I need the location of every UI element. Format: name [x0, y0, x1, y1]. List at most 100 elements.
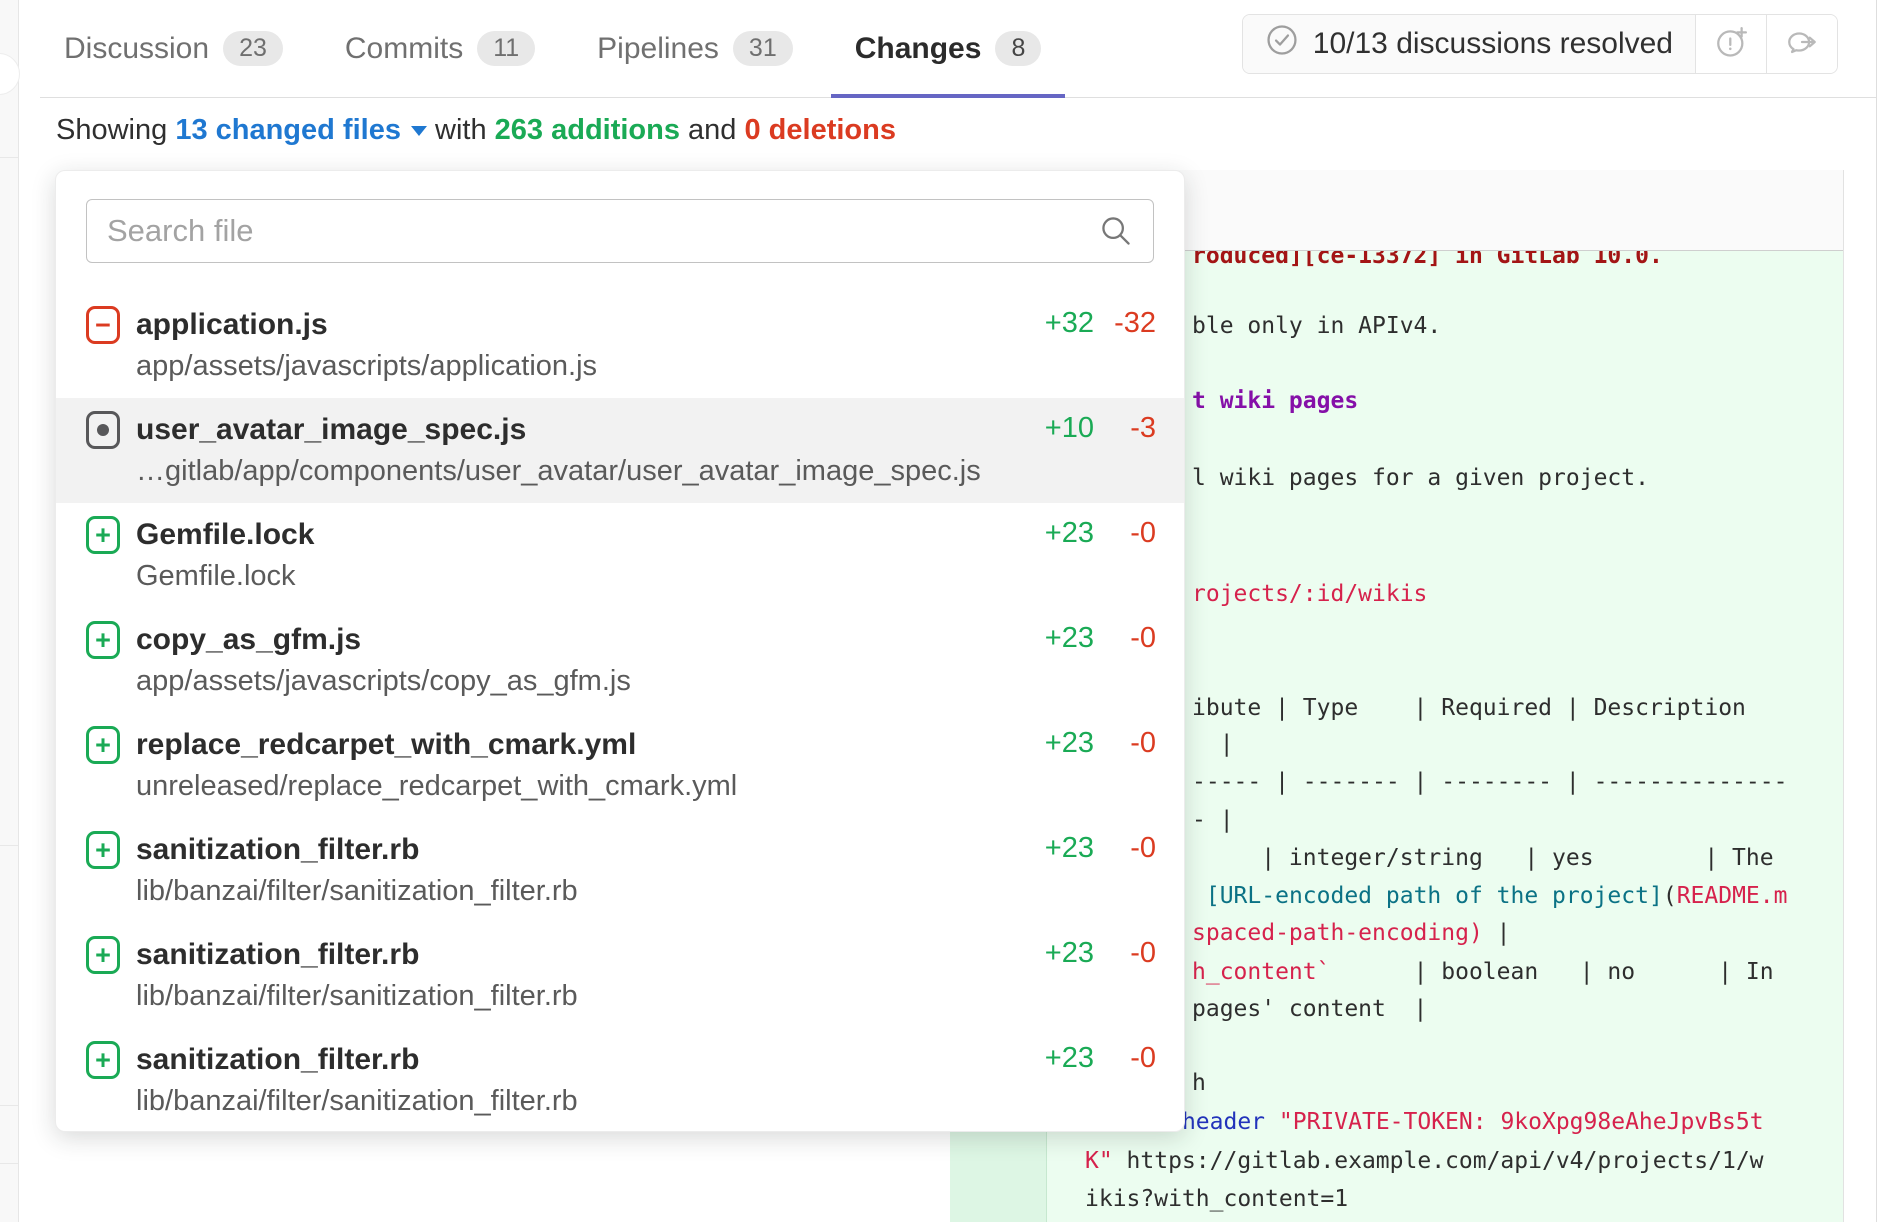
file-path: app/assets/javascripts/application.js [136, 346, 1184, 386]
divider [0, 157, 18, 158]
summary-prefix: Showing [56, 114, 175, 146]
file-additions: +10 [1004, 412, 1094, 445]
file-deletions: -0 [1096, 937, 1156, 970]
file-path: …gitlab/app/components/user_avatar/user_… [136, 451, 1184, 491]
file-row[interactable]: + Gemfile.lockGemfile.lock +23-0 [56, 503, 1184, 608]
file-row[interactable]: + sanitization_filter.rblib/banzai/filter… [56, 1028, 1184, 1133]
file-additions: +23 [1004, 622, 1094, 655]
diff-code-line: [URL-encoded path of the project](README… [1192, 877, 1787, 915]
file-added-icon: + [86, 516, 120, 554]
file-additions: +23 [1004, 937, 1094, 970]
file-name: sanitization_filter.rb [136, 935, 419, 975]
tab-count-badge: 8 [995, 31, 1041, 66]
search-file-input[interactable] [86, 199, 1154, 263]
resolve-in-new-issue-icon [1714, 25, 1748, 64]
tab-discussion[interactable]: Discussion 23 [40, 1, 307, 97]
file-row[interactable]: +sanitization_filter.rblib/banzai/filter… [56, 818, 1184, 923]
diff-code-line: ikis?with_content=1 [1085, 1180, 1348, 1218]
diff-code-line: ibute | Type | Required | Description [1192, 689, 1746, 727]
diff-code-line: roduced][ce-13372] in GitLab 10.0. [1192, 250, 1663, 275]
file-search-dropdown: −application.jsapp/assets/javascripts/ap… [55, 170, 1185, 1132]
discussions-resolved-group: 10/13 discussions resolved [1242, 14, 1838, 74]
diff-code-line: rojects/:id/wikis [1192, 575, 1427, 613]
tab-commits[interactable]: Commits 11 [321, 1, 559, 97]
search-icon [1100, 215, 1132, 252]
file-name: Gemfile.lock [136, 515, 314, 555]
file-deletions: -0 [1096, 517, 1156, 550]
file-name: copy_as_gfm.js [136, 620, 361, 660]
jump-to-next-discussion-button[interactable] [1766, 15, 1837, 73]
file-additions: +23 [1004, 832, 1094, 865]
changed-files-count: 13 changed files [175, 114, 401, 146]
diff-code-line: h [1192, 1064, 1206, 1102]
file-path: lib/banzai/filter/sanitization_filter.rb [136, 1081, 1184, 1121]
diff-code-line: h_content` | boolean | no | In [1192, 953, 1774, 991]
file-row[interactable]: + replace_redcarpet_with_cmark.ymlunrelea… [56, 713, 1184, 818]
page-right-border [1876, 0, 1877, 1222]
diff-code-line: | [1192, 725, 1234, 763]
diff-code-line: ----- | ------- | -------- | -----------… [1192, 763, 1787, 801]
file-additions: +23 [1004, 1042, 1094, 1075]
tab-count-badge: 11 [477, 31, 535, 66]
tab-label: Changes [855, 32, 982, 66]
file-deletions: -0 [1096, 1042, 1156, 1075]
tab-label: Discussion [64, 32, 209, 66]
file-deletions: -32 [1096, 307, 1156, 340]
file-name: user_avatar_image_spec.js [136, 410, 526, 450]
file-added-icon: + [86, 831, 120, 869]
avatar [0, 53, 20, 95]
diff-code-line: spaced-path-encoding) | [1192, 914, 1511, 952]
summary-conjunction: and [680, 114, 745, 146]
diff-code-line: - | [1192, 801, 1234, 839]
file-added-icon: + [86, 621, 120, 659]
file-added-icon: + [86, 726, 120, 764]
discussions-resolved-status: 10/13 discussions resolved [1243, 15, 1695, 73]
deletions-count: 0 deletions [744, 114, 896, 146]
file-path: Gemfile.lock [136, 556, 1184, 596]
file-name: sanitization_filter.rb [136, 1040, 419, 1080]
tab-count-badge: 23 [223, 31, 283, 66]
file-added-icon: + [86, 1041, 120, 1079]
discussions-resolved-label: 10/13 discussions resolved [1313, 27, 1673, 61]
tab-label: Pipelines [597, 32, 719, 66]
file-row[interactable]: −application.jsapp/assets/javascripts/ap… [56, 293, 1184, 398]
changed-file-list: −application.jsapp/assets/javascripts/ap… [56, 293, 1184, 1133]
summary-middle: with [427, 114, 495, 146]
resolve-in-new-issue-button[interactable] [1695, 15, 1766, 73]
changed-files-dropdown-toggle[interactable]: 13 changed files [175, 114, 427, 146]
check-circle-icon [1265, 23, 1299, 65]
file-deletions: -0 [1096, 727, 1156, 760]
jump-to-next-discussion-icon [1785, 25, 1819, 64]
diff-code-line: ble only in APIv4. [1192, 307, 1441, 345]
caret-down-icon [411, 126, 427, 136]
file-name: sanitization_filter.rb [136, 830, 419, 870]
file-row[interactable]: + sanitization_filter.rblib/banzai/filter… [56, 923, 1184, 1028]
changes-summary: Showing 13 changed files with 263 additi… [56, 112, 896, 148]
tab-label: Commits [345, 32, 463, 66]
diff-code-line: | integer/string | yes | The [1192, 839, 1774, 877]
file-name: replace_redcarpet_with_cmark.yml [136, 725, 636, 765]
file-modified-icon [86, 411, 120, 449]
file-name: application.js [136, 305, 328, 345]
diff-code-line: K" https://gitlab.example.com/api/v4/pro… [1085, 1142, 1764, 1180]
file-path: app/assets/javascripts/copy_as_gfm.js [136, 661, 1184, 701]
file-row[interactable]: + copy_as_gfm.jsapp/assets/javascripts/co… [56, 608, 1184, 713]
tab-changes[interactable]: Changes 8 [831, 1, 1066, 97]
divider [0, 845, 18, 846]
diff-code-line: t wiki pages [1192, 382, 1358, 420]
file-row[interactable]: user_avatar_image_spec.js…gitlab/app/com… [56, 398, 1184, 503]
file-added-icon: + [86, 936, 120, 974]
diff-code-line: curl --header "PRIVATE-TOKEN: 9koXpg98eA… [1085, 1103, 1764, 1141]
tab-pipelines[interactable]: Pipelines 31 [573, 1, 817, 97]
additions-count: 263 additions [495, 114, 680, 146]
file-additions: +23 [1004, 517, 1094, 550]
file-deletions: -3 [1096, 412, 1156, 445]
divider [0, 1163, 18, 1164]
file-path: unreleased/replace_redcarpet_with_cmark.… [136, 766, 1184, 806]
file-deletions: -0 [1096, 832, 1156, 865]
file-deletions: -0 [1096, 622, 1156, 655]
tab-count-badge: 31 [733, 31, 793, 66]
file-path: lib/banzai/filter/sanitization_filter.rb [136, 976, 1184, 1016]
divider [0, 1105, 18, 1106]
merge-request-changes-page: Discussion 23 Commits 11 Pipelines 31 Changes 8… [0, 0, 1900, 1222]
